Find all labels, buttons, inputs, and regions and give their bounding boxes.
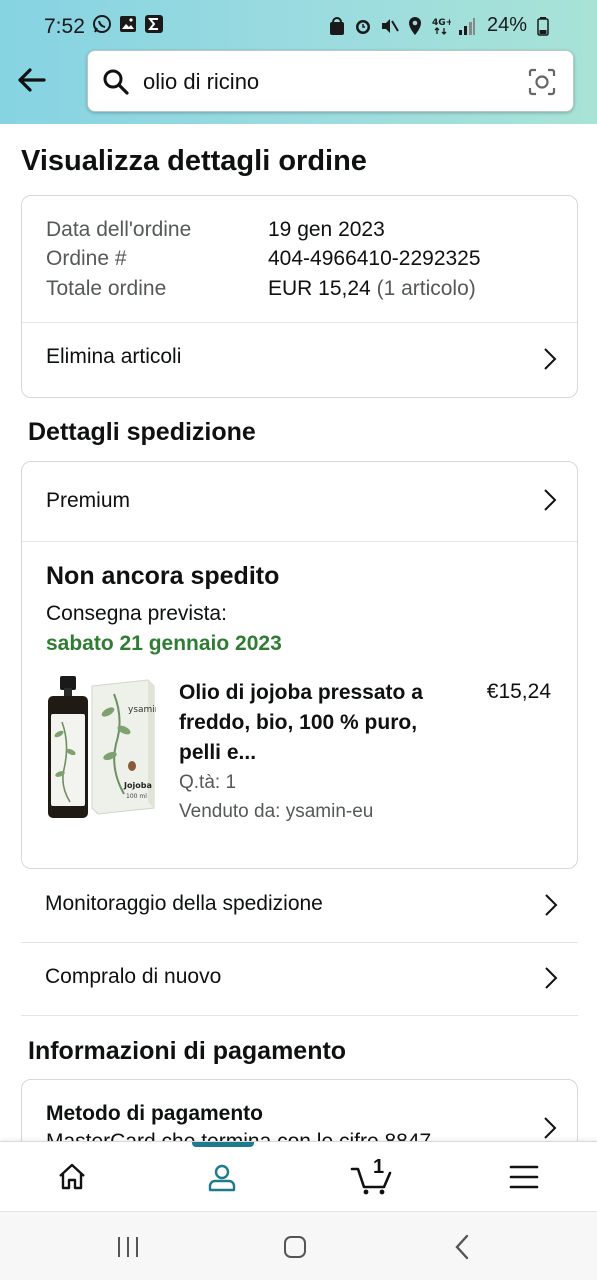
- order-total-amount: EUR 15,24: [268, 277, 371, 300]
- product-seller: Venduto da: ysamin-eu: [179, 801, 374, 822]
- chevron-right-icon: [544, 489, 557, 511]
- chevron-right-icon: [544, 348, 557, 370]
- home-button-icon[interactable]: [275, 1232, 315, 1262]
- shipment-status: Non ancora spedito: [46, 562, 280, 590]
- chevron-right-icon: [545, 894, 558, 916]
- cart-count-badge: 1: [373, 1156, 385, 1178]
- order-total-label: Totale ordine: [46, 277, 167, 300]
- lock-icon: [327, 16, 347, 36]
- payment-section-title: Informazioni di pagamento: [28, 1037, 347, 1065]
- product-box-brand: ysamin: [128, 705, 156, 715]
- order-total-value: EUR 15,24 (1 articolo): [268, 277, 476, 301]
- nav-home[interactable]: [32, 1142, 112, 1212]
- order-item-count: (1 articolo): [376, 277, 476, 300]
- recent-apps-icon[interactable]: [108, 1232, 148, 1262]
- shipping-method-row[interactable]: Premium: [22, 462, 577, 541]
- location-icon: [405, 16, 425, 36]
- status-time: 7:52: [44, 15, 85, 38]
- system-back-icon[interactable]: [443, 1232, 483, 1262]
- order-number-value: 404-4966410-2292325: [268, 247, 481, 270]
- account-icon: [208, 1164, 236, 1192]
- camera-search-icon[interactable]: [527, 67, 557, 97]
- product-price: €15,24: [486, 680, 551, 703]
- search-icon: [102, 68, 130, 96]
- buy-again-label: Compralo di nuovo: [45, 965, 222, 988]
- shipment-card: Premium Non ancora spedito Consegna prev…: [21, 461, 578, 869]
- product-box-volume: 100 ml: [126, 793, 147, 800]
- payment-method-title: Metodo di pagamento: [46, 1102, 263, 1125]
- order-number-label: Ordine #: [46, 247, 127, 270]
- whatsapp-icon: [92, 14, 112, 34]
- delete-items-row[interactable]: Elimina articoli: [22, 323, 577, 398]
- gallery-icon: [118, 14, 138, 34]
- delivery-date: sabato 21 gennaio 2023: [46, 632, 282, 655]
- delivery-label: Consegna prevista:: [46, 602, 227, 625]
- system-nav-bar: [0, 1211, 597, 1280]
- track-shipment-row[interactable]: Monitoraggio della spedizione: [21, 869, 578, 942]
- cart-icon: [350, 1167, 392, 1195]
- divider: [22, 541, 577, 542]
- order-date-label: Data dell'ordine: [46, 218, 192, 241]
- buy-again-row[interactable]: Compralo di nuovo: [21, 942, 578, 1015]
- alarm-icon: [353, 16, 373, 36]
- bottom-nav: 1: [0, 1141, 597, 1211]
- order-summary-card: Data dell'ordine 19 gen 2023 Ordine # 40…: [21, 195, 578, 398]
- product-title-link[interactable]: Olio di jojoba pressato a freddo, bio, 1…: [179, 678, 429, 768]
- shipping-method-label: Premium: [46, 489, 131, 512]
- mute-icon: [379, 16, 399, 36]
- chevron-right-icon: [545, 967, 558, 989]
- battery-percent: 24%: [486, 14, 527, 36]
- track-shipment-label: Monitoraggio della spedizione: [45, 892, 323, 915]
- status-bar: 7:52 4G+ 24%: [0, 0, 597, 52]
- shipping-section-title: Dettagli spedizione: [28, 418, 256, 446]
- divider: [21, 1015, 578, 1016]
- product-quantity: Q.tà: 1: [179, 772, 237, 793]
- chevron-right-icon: [544, 1117, 557, 1139]
- page-title: Visualizza dettagli ordine: [21, 145, 367, 177]
- home-icon: [59, 1163, 85, 1190]
- search-query: olio di ricino: [143, 69, 260, 94]
- menu-icon: [509, 1165, 539, 1189]
- battery-icon: [533, 16, 553, 36]
- nav-cart[interactable]: 1: [332, 1142, 412, 1212]
- product-image[interactable]: ysamin Jojoba 100 ml: [44, 674, 161, 820]
- product-box-label: Jojoba: [123, 781, 152, 790]
- svg-text:4G+: 4G+: [432, 18, 451, 28]
- nav-account[interactable]: [182, 1142, 262, 1212]
- nav-menu[interactable]: [484, 1142, 564, 1212]
- sigma-icon: [144, 14, 164, 34]
- signal-icon: [457, 16, 477, 36]
- delete-items-label: Elimina articoli: [46, 345, 182, 368]
- top-bar: 7:52 4G+ 24% olio di ricino: [0, 0, 597, 124]
- order-date-value: 19 gen 2023: [268, 218, 385, 241]
- network-4g-icon: 4G+: [431, 16, 451, 36]
- back-arrow-icon[interactable]: [14, 62, 50, 98]
- search-input[interactable]: olio di ricino: [87, 50, 574, 112]
